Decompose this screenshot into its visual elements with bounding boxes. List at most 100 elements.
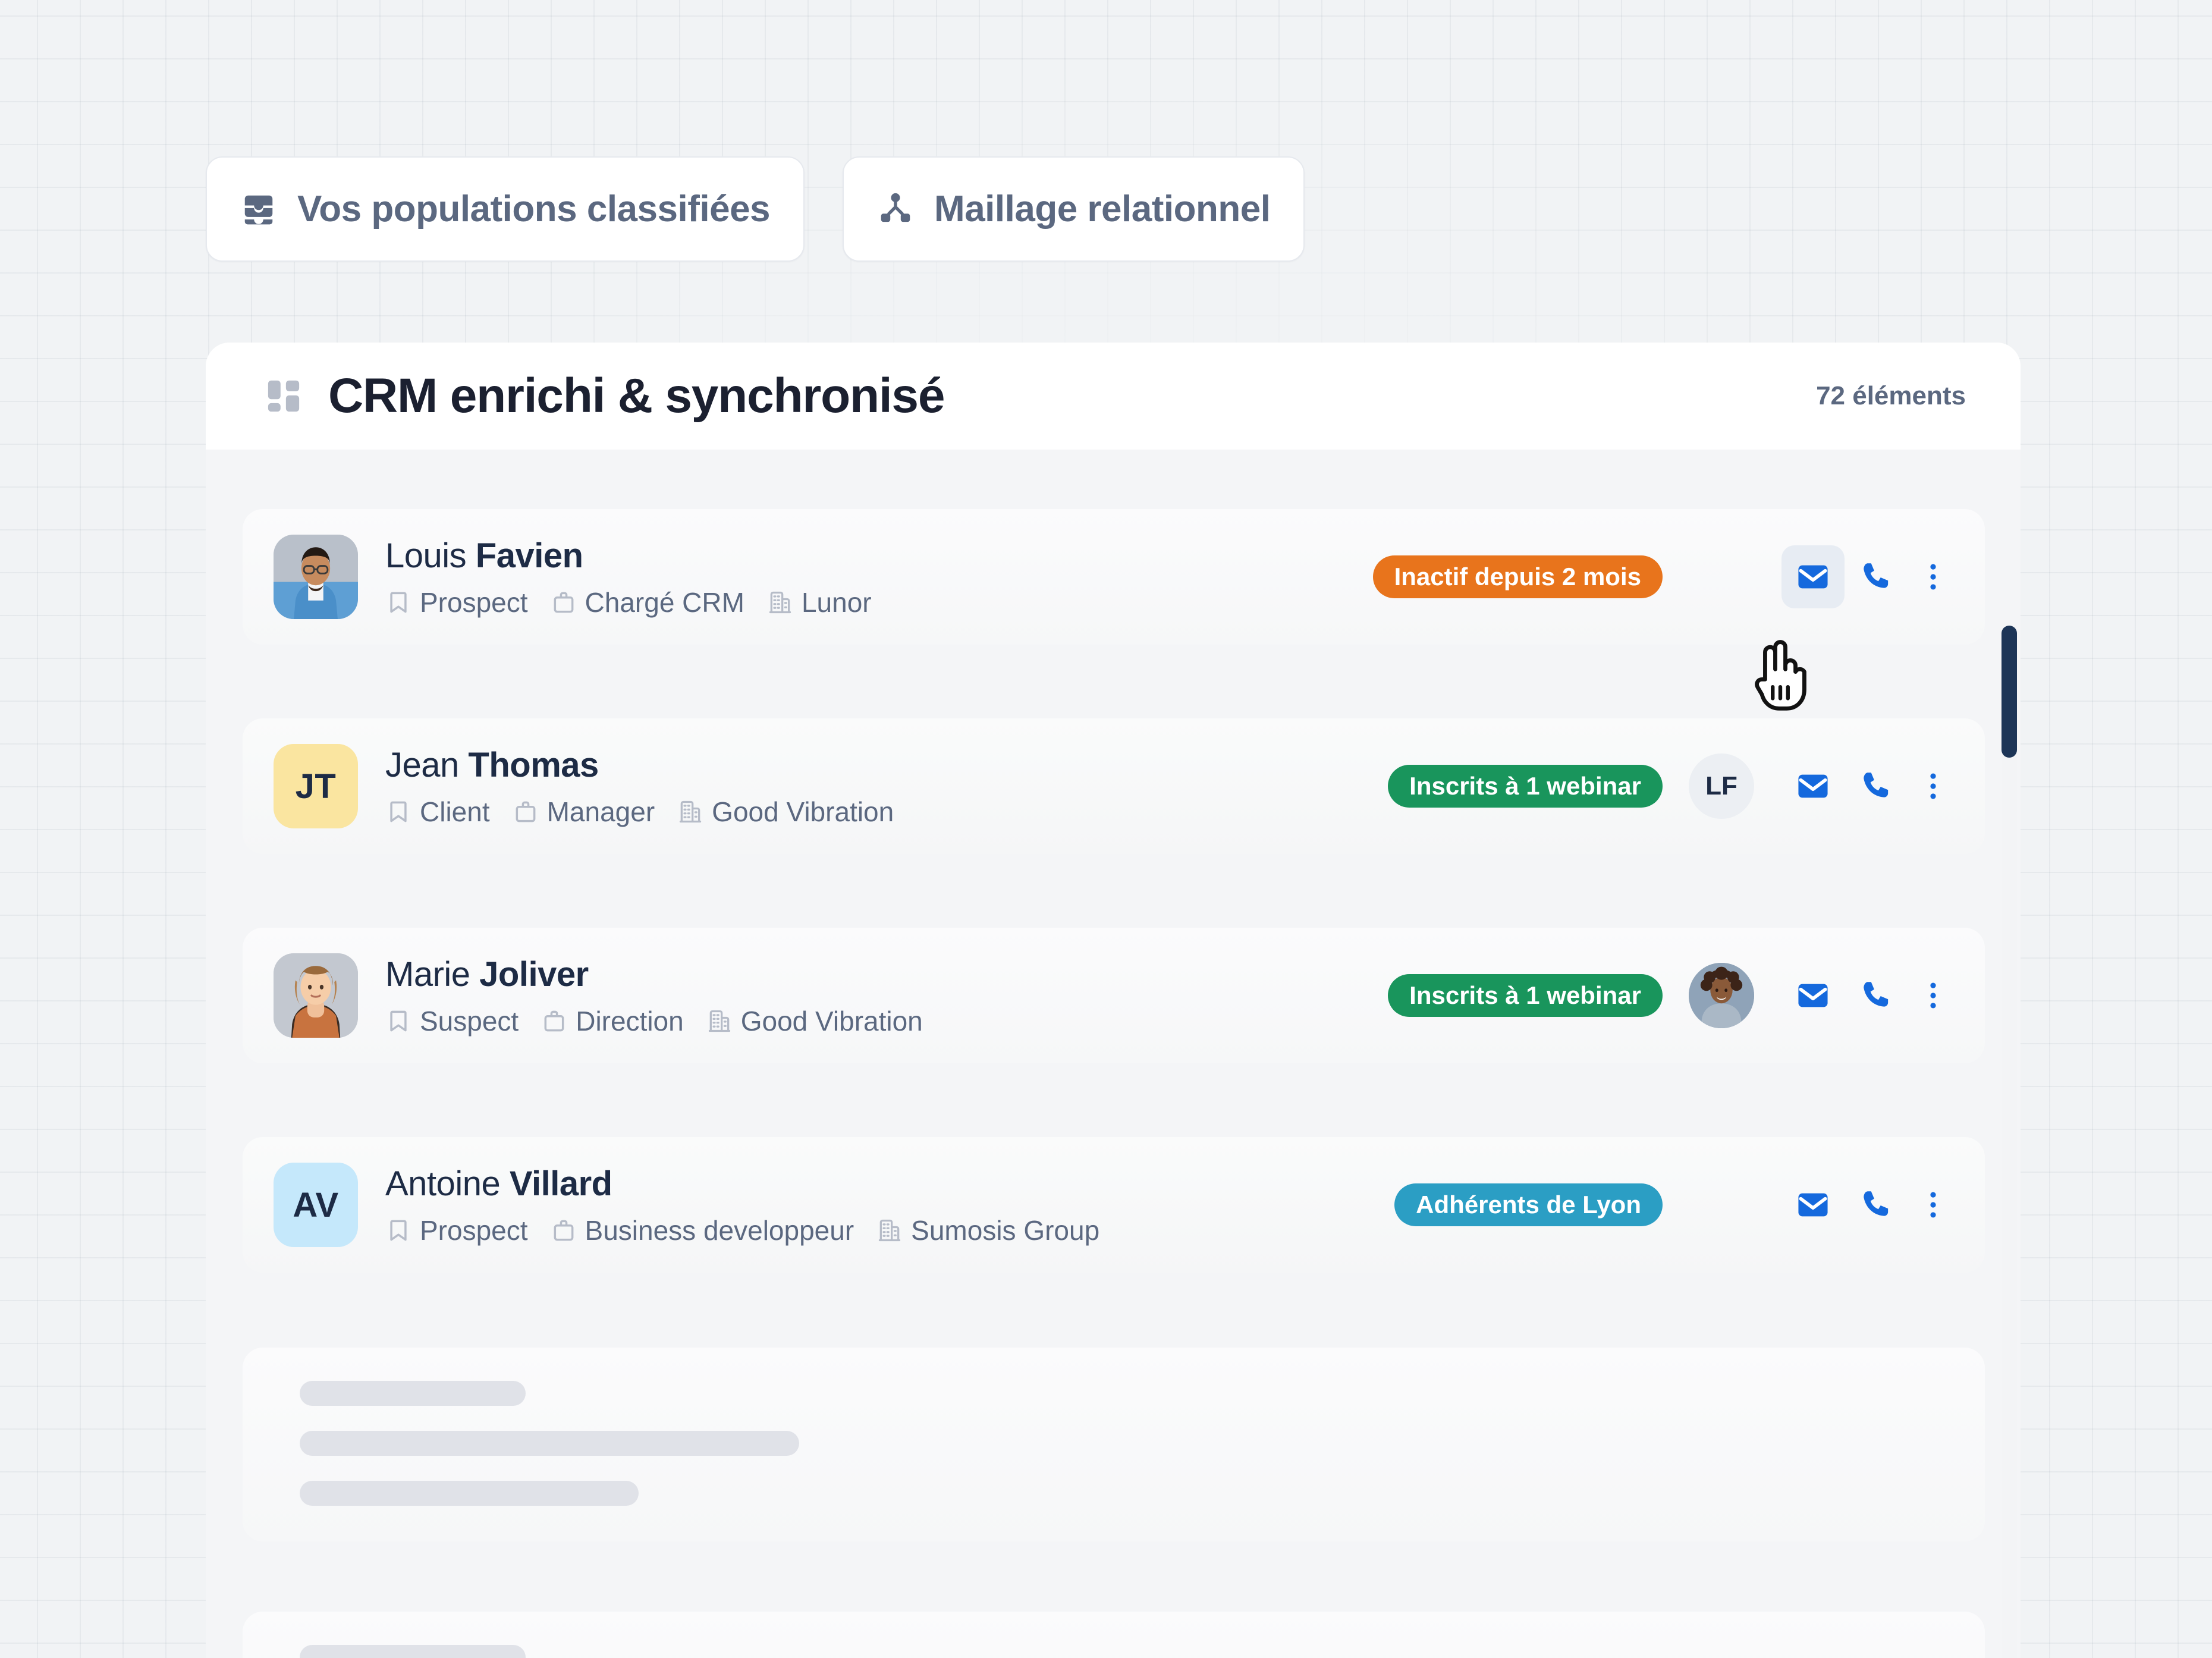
status-badge: Adhérents de Lyon: [1394, 1183, 1663, 1226]
skeleton-bar: [300, 1645, 526, 1658]
scrollbar-thumb[interactable]: [2002, 626, 2017, 758]
row-actions-area: Inscrits à 1 webinar: [1388, 963, 1959, 1028]
chip-initials: LF: [1705, 771, 1737, 800]
building-icon: [769, 591, 791, 613]
meta-role-label: Direction: [576, 1005, 684, 1037]
briefcase-icon: [554, 1220, 573, 1241]
contact-identity: Jean Thomas Client Manager Good Vibratio…: [385, 745, 908, 828]
contact-first-name: Marie: [385, 954, 470, 994]
meta-company: Good Vibration: [677, 796, 894, 828]
briefcase-icon: [544, 1010, 564, 1031]
contact-last-name: Thomas: [468, 745, 599, 784]
row-actions: [1781, 1173, 1959, 1236]
table-row[interactable]: JT Jean Thomas Client Manager Good Vibra…: [243, 718, 1985, 854]
building-icon: [708, 1010, 730, 1032]
mail-icon[interactable]: [1781, 1173, 1845, 1236]
bookmark-icon: [390, 592, 407, 613]
contact-first-name: Louis: [385, 536, 467, 575]
contact-meta: Client Manager Good Vibration: [385, 796, 908, 828]
meta-status: Client: [385, 796, 490, 828]
avatar: [274, 953, 358, 1038]
more-vertical-icon[interactable]: [1908, 755, 1959, 818]
avatar: JT: [274, 744, 358, 828]
contact-name: Louis Favien: [385, 536, 886, 576]
briefcase-icon: [554, 592, 573, 613]
phone-icon[interactable]: [1845, 545, 1908, 608]
row-actions-area: Adhérents de Lyon: [1394, 1173, 1959, 1236]
bookmark-icon: [390, 1220, 407, 1241]
status-badge: Inactif depuis 2 mois: [1372, 555, 1663, 598]
meta-company-label: Good Vibration: [740, 1005, 923, 1037]
meta-role: Business developpeur: [551, 1214, 854, 1246]
more-vertical-icon[interactable]: [1908, 1173, 1959, 1236]
table-row[interactable]: Louis Favien Prospect Chargé CRM Lunor I…: [243, 509, 1985, 645]
avatar-initials: AV: [293, 1185, 339, 1224]
meta-company-label: Lunor: [801, 586, 872, 618]
related-contact-chip[interactable]: [1689, 963, 1754, 1028]
briefcase-icon: [516, 801, 536, 822]
list-scrollbar[interactable]: [2002, 626, 2017, 1658]
avatar: AV: [274, 1163, 358, 1247]
more-vertical-icon[interactable]: [1908, 964, 1959, 1027]
phone-icon[interactable]: [1845, 964, 1908, 1027]
meta-role-label: Business developpeur: [585, 1214, 854, 1246]
row-actions-area: Inactif depuis 2 mois: [1372, 545, 1959, 608]
meta-role-label: Manager: [546, 796, 655, 827]
row-actions: [1781, 545, 1959, 608]
bookmark-icon: [390, 801, 407, 822]
contact-list: Louis Favien Prospect Chargé CRM Lunor I…: [206, 450, 2021, 1658]
tab-maillage-relationnel[interactable]: Maillage relationnel: [843, 156, 1305, 262]
mail-icon[interactable]: [1781, 545, 1845, 608]
element-count: 72 éléments: [1816, 381, 1966, 410]
skeleton-bar: [300, 1481, 639, 1506]
skeleton-bar: [300, 1431, 799, 1456]
meta-status-label: Suspect: [420, 1005, 519, 1037]
crm-panel: CRM enrichi & synchronisé 72 éléments Lo…: [206, 343, 2021, 1658]
loading-placeholder-row: [243, 1348, 1985, 1541]
meta-role: Direction: [541, 1005, 684, 1037]
status-badge: Inscrits à 1 webinar: [1388, 974, 1663, 1017]
contact-last-name: Villard: [509, 1164, 612, 1203]
inbox-icon: [240, 191, 277, 228]
meta-status-label: Client: [420, 796, 490, 827]
meta-role: Manager: [513, 796, 655, 828]
meta-status: Prospect: [385, 586, 528, 618]
meta-company-label: Sumosis Group: [911, 1214, 1100, 1246]
avatar-initials: JT: [295, 767, 337, 806]
page-title: CRM enrichi & synchronisé: [328, 369, 945, 423]
tab-bar: Vos populations classifiées Maillage rel…: [206, 156, 1305, 262]
status-badge: Inscrits à 1 webinar: [1388, 765, 1663, 808]
mail-icon[interactable]: [1781, 755, 1845, 818]
row-actions: [1781, 964, 1959, 1027]
tab-label: Maillage relationnel: [934, 189, 1271, 230]
related-contact-chip[interactable]: LF: [1689, 753, 1754, 819]
row-actions: [1781, 755, 1959, 818]
table-row[interactable]: AV Antoine Villard Prospect Business dev…: [243, 1137, 1985, 1273]
phone-icon[interactable]: [1845, 755, 1908, 818]
table-row[interactable]: Marie Joliver Suspect Direction Good Vib…: [243, 928, 1985, 1063]
network-hierarchy-icon: [877, 191, 914, 228]
contact-identity: Marie Joliver Suspect Direction Good Vib…: [385, 954, 937, 1037]
mouse-cursor-pointer: [1751, 636, 1809, 715]
contact-name: Marie Joliver: [385, 954, 937, 994]
contact-name: Jean Thomas: [385, 745, 908, 785]
meta-status-label: Prospect: [420, 1214, 528, 1246]
contact-meta: Prospect Business developpeur Sumosis Gr…: [385, 1214, 1114, 1246]
meta-company: Sumosis Group: [876, 1214, 1099, 1246]
more-vertical-icon[interactable]: [1908, 545, 1959, 608]
avatar: [274, 535, 358, 619]
phone-icon[interactable]: [1845, 1173, 1908, 1236]
contact-first-name: Antoine: [385, 1164, 501, 1203]
contact-meta: Suspect Direction Good Vibration: [385, 1005, 937, 1037]
contact-meta: Prospect Chargé CRM Lunor: [385, 586, 886, 618]
meta-company-label: Good Vibration: [712, 796, 894, 827]
bookmark-icon: [390, 1010, 407, 1031]
building-icon: [879, 1219, 901, 1241]
contact-identity: Louis Favien Prospect Chargé CRM Lunor: [385, 536, 886, 618]
mail-icon[interactable]: [1781, 964, 1845, 1027]
tab-vos-populations-classifiees[interactable]: Vos populations classifiées: [206, 156, 805, 262]
meta-company: Lunor: [767, 586, 872, 618]
meta-status-label: Prospect: [420, 586, 528, 618]
panel-header: CRM enrichi & synchronisé 72 éléments: [206, 343, 2021, 450]
meta-role: Chargé CRM: [551, 586, 744, 618]
